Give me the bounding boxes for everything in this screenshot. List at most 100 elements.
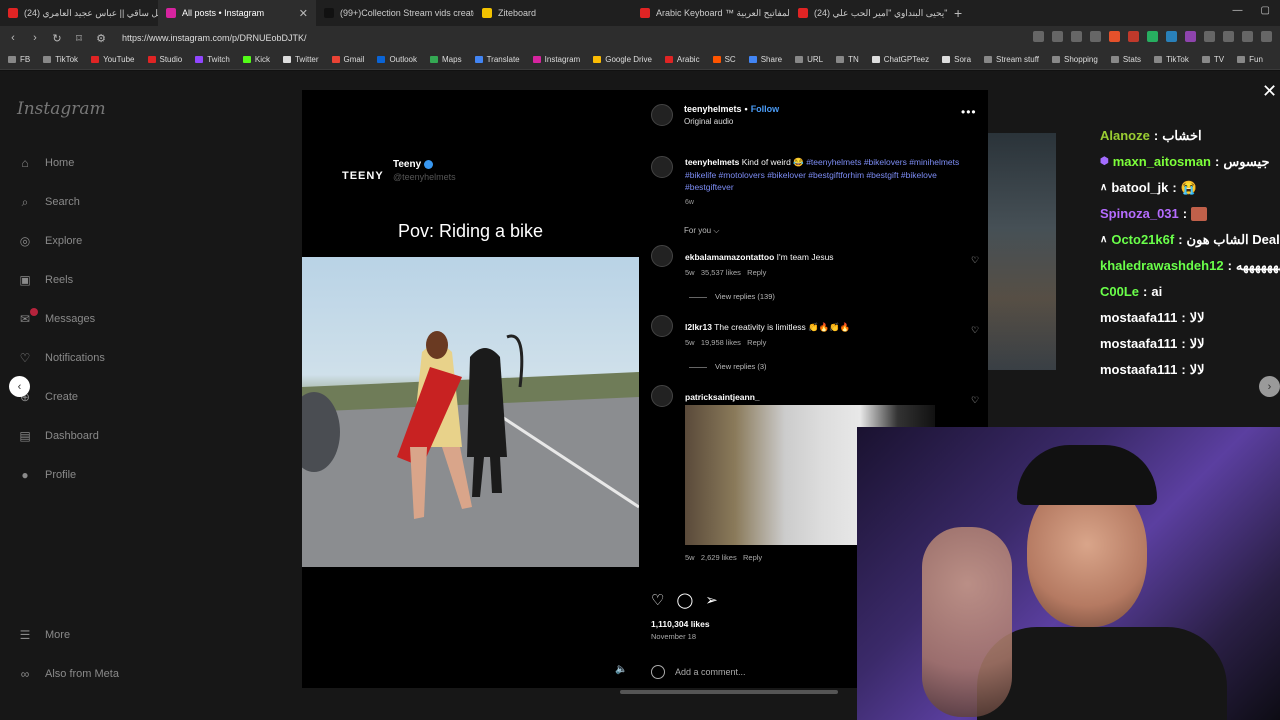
reel-video[interactable]: TEENY Teeny @teenyhelmets Pov: Riding a … bbox=[302, 90, 639, 688]
bookmark-item[interactable]: Share bbox=[748, 55, 782, 64]
minimize-button[interactable]: — bbox=[1233, 5, 1243, 16]
sidebar-item-messages[interactable]: ✉ Messages bbox=[17, 308, 95, 327]
bookmark-item[interactable]: Translate bbox=[474, 55, 520, 64]
comment-username[interactable]: ekbalamamazontattoo bbox=[685, 252, 774, 262]
chat-username[interactable]: mostaafa111 bbox=[1100, 305, 1177, 331]
sidebar-item-home[interactable]: ⌂ Home bbox=[17, 155, 74, 171]
bookmark-item[interactable]: Studio bbox=[147, 55, 182, 64]
more-options-icon[interactable]: ••• bbox=[961, 105, 977, 119]
sidebar-item-meta[interactable]: ∞ Also from Meta bbox=[17, 666, 119, 682]
bookmark-icon[interactable]: ⌑ bbox=[70, 32, 88, 45]
browser-tab[interactable]: Arabic Keyboard ™ لوحة المفاتيح العربية bbox=[632, 0, 790, 26]
next-post-preview[interactable] bbox=[988, 133, 1056, 370]
instagram-logo[interactable]: Instagram bbox=[17, 99, 106, 119]
reply-button[interactable]: Reply bbox=[747, 268, 766, 277]
cast-icon[interactable] bbox=[1033, 31, 1044, 42]
bookmark-item[interactable]: TN bbox=[836, 55, 859, 64]
browser-tab[interactable]: All posts • Instagram ✕ bbox=[158, 0, 316, 26]
sidebar-icon[interactable] bbox=[1223, 31, 1234, 42]
bookmark-item[interactable]: Twitter bbox=[282, 55, 319, 64]
back-icon[interactable]: ‹ bbox=[4, 32, 22, 44]
browser-tab[interactable]: (24) يحيى البنداوي "امير الحب علي" #... bbox=[790, 0, 948, 26]
sidebar-item-profile[interactable]: ● Profile bbox=[17, 467, 76, 483]
chat-username[interactable]: Alanoze bbox=[1100, 123, 1150, 149]
add-comment-input[interactable]: Add a comment... bbox=[675, 667, 746, 677]
chat-username[interactable]: mostaafa111 bbox=[1100, 331, 1177, 357]
new-tab-button[interactable]: + bbox=[948, 5, 968, 21]
url-field[interactable]: https://www.instagram.com/p/DRNUEobDJTK/ bbox=[122, 33, 307, 43]
bookmark-item[interactable]: Stream stuff bbox=[984, 55, 1039, 64]
audio-link[interactable]: Original audio bbox=[684, 117, 733, 126]
avatar[interactable] bbox=[651, 315, 673, 337]
bookmark-item[interactable]: TikTok bbox=[1154, 55, 1189, 64]
music-icon[interactable] bbox=[1242, 31, 1253, 42]
bookmark-item[interactable]: Google Drive bbox=[593, 55, 652, 64]
bookmark-item[interactable]: Instagram bbox=[532, 55, 580, 64]
mute-icon[interactable]: 🔈 bbox=[615, 664, 627, 675]
comment-username[interactable]: patricksaintjeann_ bbox=[685, 392, 760, 402]
share-icon[interactable] bbox=[1071, 31, 1082, 42]
chat-username[interactable]: batool_jk bbox=[1111, 175, 1168, 201]
bookmark-item[interactable]: Sora bbox=[942, 55, 971, 64]
chat-username[interactable]: mostaafa111 bbox=[1100, 357, 1177, 383]
comment-likes[interactable]: 2,629 likes bbox=[701, 553, 737, 562]
site-info-icon[interactable]: ⚙ bbox=[92, 32, 110, 45]
browser-tab[interactable]: Ziteboard bbox=[474, 0, 632, 26]
puzzle-icon[interactable] bbox=[1204, 31, 1215, 42]
previous-post-button[interactable]: ‹ bbox=[9, 376, 30, 397]
avatar[interactable] bbox=[651, 245, 673, 267]
browser-tab[interactable]: (99+)Collection Stream vids created bbox=[316, 0, 474, 26]
bookmark-item[interactable]: Shopping bbox=[1052, 55, 1098, 64]
comment-like-icon[interactable]: ♡ bbox=[971, 325, 979, 336]
profile-icon[interactable] bbox=[1261, 31, 1272, 42]
reply-button[interactable]: Reply bbox=[747, 338, 766, 347]
sidebar-item-reels[interactable]: ▣ Reels bbox=[17, 272, 73, 288]
comment-icon[interactable]: ◯ bbox=[676, 591, 693, 609]
sidebar-item-more[interactable]: ☰ More bbox=[17, 627, 70, 643]
post-username[interactable]: teenyhelmets bbox=[684, 104, 742, 114]
sidebar-item-explore[interactable]: ◎ Explore bbox=[17, 233, 83, 249]
avatar[interactable] bbox=[651, 156, 673, 178]
browser-tab[interactable]: (24) اجمل ساقي || عباس عجيد العامري bbox=[0, 0, 158, 26]
bookmark-item[interactable]: Outlook bbox=[377, 55, 417, 64]
bookmark-item[interactable]: Stats bbox=[1110, 55, 1141, 64]
emoji-icon[interactable] bbox=[651, 665, 665, 679]
maximize-button[interactable]: ▢ bbox=[1261, 5, 1270, 16]
chat-username[interactable]: Octo21k6f bbox=[1111, 227, 1174, 253]
extension-icon[interactable] bbox=[1166, 31, 1177, 42]
extension-icon[interactable] bbox=[1147, 31, 1158, 42]
comment-likes[interactable]: 35,537 likes bbox=[701, 268, 741, 277]
caption-username[interactable]: teenyhelmets bbox=[685, 157, 739, 167]
bookmark-item[interactable]: TV bbox=[1201, 55, 1224, 64]
reply-button[interactable]: Reply bbox=[743, 553, 762, 562]
comment-like-icon[interactable]: ♡ bbox=[971, 255, 979, 266]
sidebar-item-search[interactable]: ⌕ Search bbox=[17, 194, 80, 210]
close-icon[interactable]: ✕ bbox=[1262, 81, 1277, 102]
reload-icon[interactable]: ↻ bbox=[48, 32, 66, 45]
chat-username[interactable]: khaledrawashdeh12 bbox=[1100, 253, 1224, 279]
bookmark-item[interactable]: FB bbox=[8, 55, 30, 64]
view-replies-button[interactable]: View replies (139) bbox=[689, 292, 775, 301]
like-count[interactable]: 1,110,304 likes bbox=[651, 619, 710, 629]
bookmark-item[interactable]: SC bbox=[712, 55, 736, 64]
extension-icon[interactable] bbox=[1185, 31, 1196, 42]
view-replies-button[interactable]: View replies (3) bbox=[689, 362, 767, 371]
share-icon[interactable]: ➢ bbox=[705, 591, 718, 609]
extension-icon[interactable] bbox=[1128, 31, 1139, 42]
bookmark-item[interactable]: Fun bbox=[1237, 55, 1263, 64]
brave-shield-icon[interactable] bbox=[1109, 31, 1120, 42]
bookmark-item[interactable]: TikTok bbox=[43, 55, 78, 64]
comment-sort-dropdown[interactable]: For you ⌵ bbox=[684, 226, 719, 236]
sidebar-item-dashboard[interactable]: ▤ Dashboard bbox=[17, 428, 99, 444]
comment-like-icon[interactable]: ♡ bbox=[971, 395, 979, 406]
comment-likes[interactable]: 19,958 likes bbox=[701, 338, 741, 347]
follow-button[interactable]: Follow bbox=[751, 104, 780, 114]
star-icon[interactable] bbox=[1090, 31, 1101, 42]
bookmark-item[interactable]: Arabic bbox=[664, 55, 700, 64]
close-tab-icon[interactable]: ✕ bbox=[299, 7, 308, 20]
zoom-icon[interactable] bbox=[1052, 31, 1063, 42]
forward-icon[interactable]: › bbox=[26, 32, 44, 44]
bookmark-item[interactable]: YouTube bbox=[91, 55, 135, 64]
comment-username[interactable]: l2lkr13 bbox=[685, 322, 712, 332]
bookmark-item[interactable]: Gmail bbox=[331, 55, 364, 64]
